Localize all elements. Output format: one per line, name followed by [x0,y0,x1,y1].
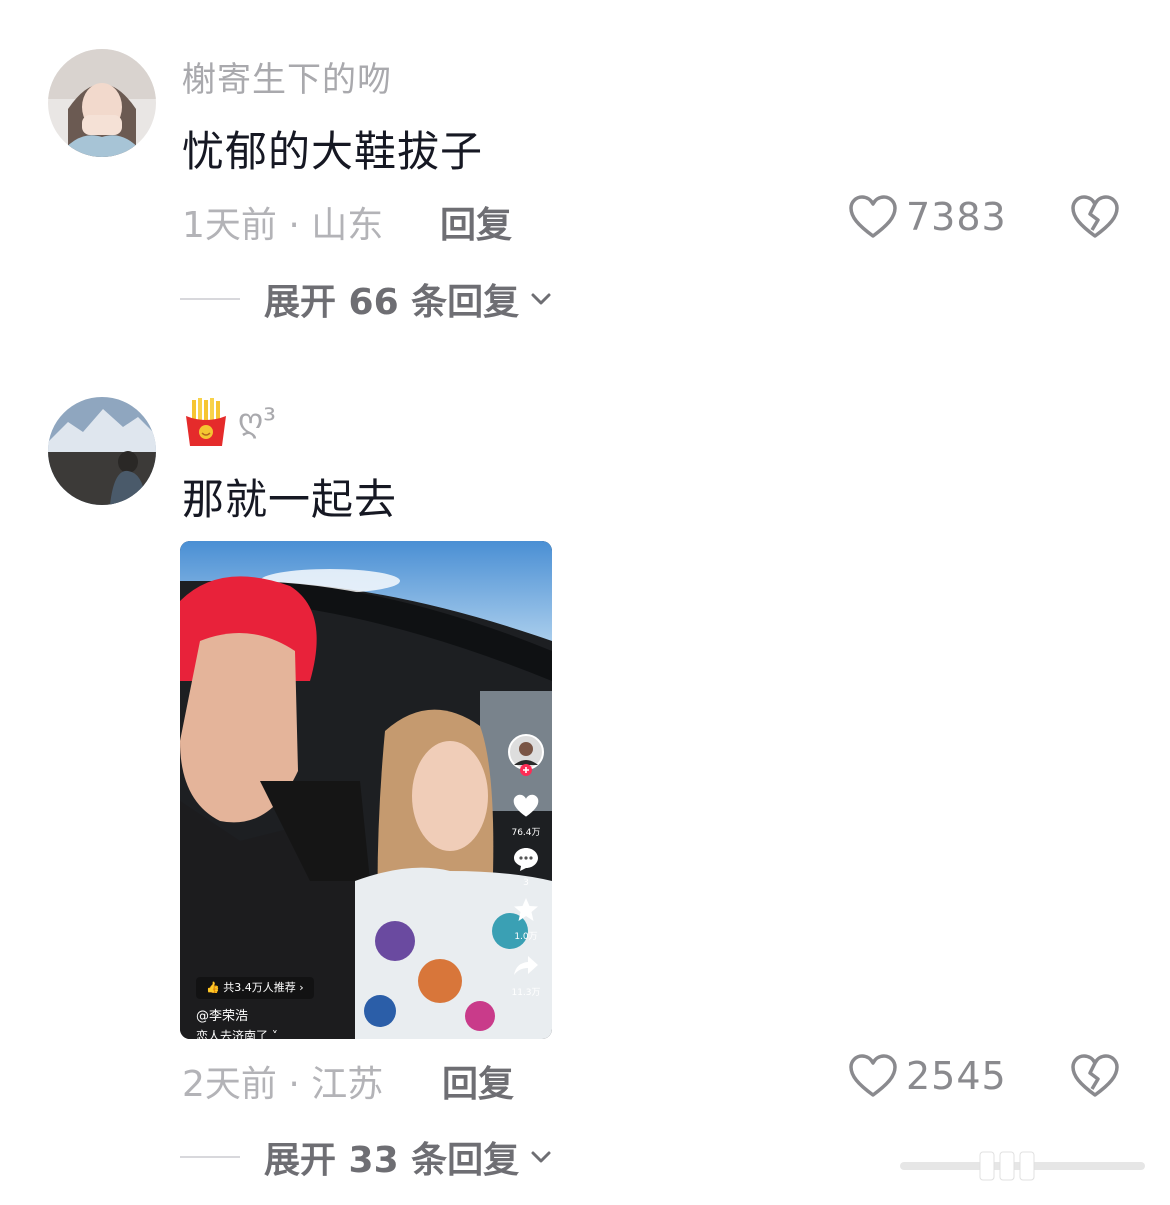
comment-item: ღ³ 那就一起去 76.4万 3 1.0万 11.3万 👍 共3.4万人推荐 ›… [0,0,1170,1205]
reply-button[interactable]: 回复 [442,1055,514,1107]
video-like-action[interactable]: 76.4万 [506,793,546,838]
like-button[interactable]: 2545 [848,1051,1007,1101]
expand-replies-label: 展开 33 条回复 [264,1140,520,1181]
chevron-right-icon: › [299,981,304,994]
video-share-count: 11.3万 [511,988,541,998]
recommend-text: 共3.4万人推荐 [223,981,296,994]
comment-username: ღ³ [238,401,276,439]
broken-heart-icon[interactable] [1070,1053,1120,1099]
video-favorite-count: 1.0万 [514,932,538,942]
comment-text: 那就一起去 [182,475,398,524]
french-fries-icon [186,398,226,446]
share-arrow-icon [514,956,538,975]
watermark-logo [900,1151,1145,1181]
expand-replies-button[interactable]: 展开 33 条回复 [180,1132,555,1182]
star-icon [514,898,538,921]
divider-line [180,1156,240,1158]
author-avatar-icon[interactable] [507,733,545,777]
video-author[interactable]: @李荣浩 [196,1005,248,1024]
thumbs-up-icon: 👍 [206,981,220,994]
video-caption-text: 恋人去济南了 [196,1029,269,1039]
video-caption: 恋人去济南了 ˅ [196,1027,278,1039]
like-count: 2545 [906,1054,1007,1098]
video-side-actions [506,733,546,781]
video-comment-count: 3 [523,878,529,888]
heart-filled-icon [513,794,539,817]
chevron-down-icon [531,1151,551,1163]
video-share-action[interactable]: 11.3万 [506,953,546,998]
video-favorite-action[interactable]: 1.0万 [506,897,546,942]
heart-outline-icon [849,1054,897,1097]
username-row[interactable]: ღ³ [182,398,276,448]
chevron-down-icon: ˅ [268,1029,278,1039]
video-thumbnail[interactable]: 76.4万 3 1.0万 11.3万 👍 共3.4万人推荐 › @李荣浩 恋人去… [180,541,552,1039]
video-comment-action[interactable]: 3 [506,846,546,888]
comment-meta: 2天前 · 江苏 [182,1064,384,1105]
video-like-count: 76.4万 [511,828,541,838]
comment-bubble-icon [514,848,538,871]
avatar[interactable] [48,397,156,505]
recommend-pill[interactable]: 👍 共3.4万人推荐 › [196,977,314,999]
